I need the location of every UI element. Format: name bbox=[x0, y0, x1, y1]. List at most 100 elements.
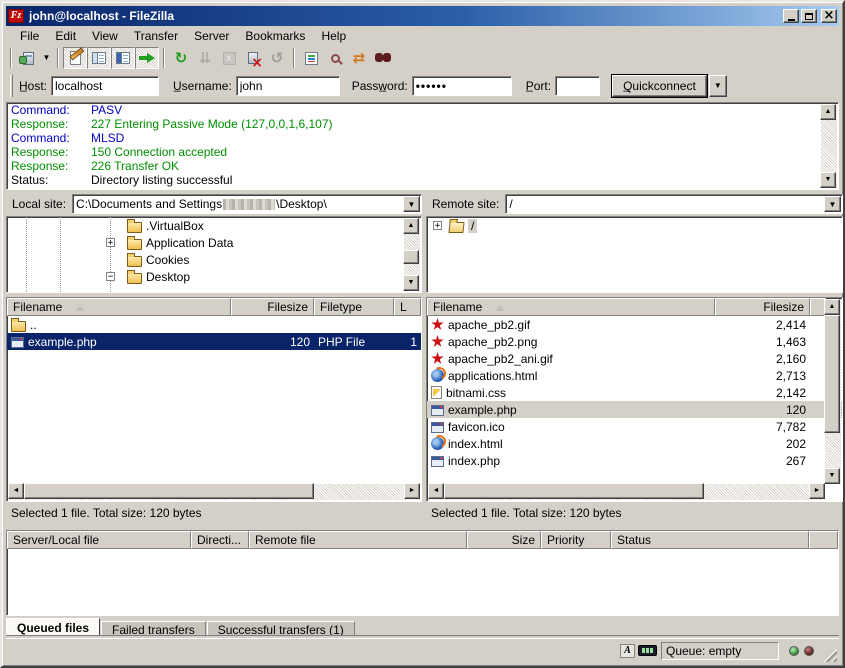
scroll-right-button[interactable]: ► bbox=[404, 483, 420, 499]
apache-feather-icon bbox=[431, 335, 444, 348]
transfer-queue[interactable]: Server/Local file Directi... Remote file… bbox=[6, 530, 839, 616]
minimize-button[interactable] bbox=[783, 9, 799, 23]
remote-site-combobox[interactable]: / ▼ bbox=[505, 194, 843, 214]
site-manager-dropdown-button[interactable]: ▼ bbox=[40, 47, 53, 69]
file-row[interactable]: bitnami.css 2,142 bbox=[427, 384, 842, 401]
tree-item-virtualbox[interactable]: .VirtualBox bbox=[7, 217, 421, 234]
remote-directory-tree[interactable]: + / bbox=[426, 216, 843, 293]
local-tree-scrollbar[interactable]: ▲ ▼ bbox=[404, 218, 420, 291]
column-header-direction[interactable]: Directi... bbox=[191, 531, 249, 549]
column-header-priority[interactable]: Priority bbox=[541, 531, 611, 549]
directory-comparison-button[interactable] bbox=[323, 47, 347, 69]
menu-transfer[interactable]: Transfer bbox=[126, 27, 186, 45]
find-files-button[interactable] bbox=[371, 47, 395, 69]
menu-file[interactable]: File bbox=[12, 27, 47, 45]
remote-list-hscrollbar[interactable]: ◄ ► bbox=[428, 484, 825, 500]
transfer-type-indicator[interactable]: A bbox=[620, 644, 635, 658]
file-row[interactable]: applications.html 2,713 bbox=[427, 367, 842, 384]
scroll-left-button[interactable]: ◄ bbox=[428, 483, 444, 499]
column-header-filesize[interactable]: Filesize bbox=[715, 298, 810, 316]
tab-successful-transfers[interactable]: Successful transfers (1) bbox=[207, 621, 355, 639]
title-bar[interactable]: Fz john@localhost - FileZilla × bbox=[6, 6, 839, 26]
scroll-up-button[interactable]: ▲ bbox=[820, 104, 836, 120]
column-header-filetype[interactable]: Filetype bbox=[314, 298, 394, 316]
scroll-left-button[interactable]: ◄ bbox=[8, 483, 24, 499]
scroll-up-button[interactable]: ▲ bbox=[403, 218, 419, 234]
column-header-remote-file[interactable]: Remote file bbox=[249, 531, 467, 549]
combobox-dropdown-button[interactable]: ▼ bbox=[824, 196, 841, 212]
menu-bookmarks[interactable]: Bookmarks bbox=[237, 27, 313, 45]
file-row[interactable]: index.html 202 bbox=[427, 435, 842, 452]
quickconnect-dropdown-button[interactable]: ▼ bbox=[709, 75, 727, 97]
local-site-combobox[interactable]: C:\Documents and Settings\Desktop\ ▼ bbox=[72, 194, 422, 214]
file-row-parent-dir[interactable]: .. bbox=[7, 316, 421, 333]
remote-file-list[interactable]: Filename Filesize apache_pb2.gif 2,414 a… bbox=[426, 297, 843, 502]
tab-queued-files[interactable]: Queued files bbox=[6, 618, 100, 639]
tree-expander[interactable]: + bbox=[106, 238, 115, 247]
column-header-size[interactable]: Size bbox=[467, 531, 541, 549]
message-log[interactable]: Command:PASV Response:227 Entering Passi… bbox=[6, 102, 839, 190]
tree-item-desktop[interactable]: − Desktop bbox=[7, 268, 421, 285]
scroll-down-button[interactable]: ▼ bbox=[820, 172, 836, 188]
site-manager-button[interactable] bbox=[16, 47, 40, 69]
menu-server[interactable]: Server bbox=[186, 27, 237, 45]
scrollbar-thumb[interactable] bbox=[403, 250, 419, 264]
column-header-status[interactable]: Status bbox=[611, 531, 809, 549]
file-row-example-php[interactable]: example.php 120 PHP File 1 bbox=[7, 333, 421, 350]
menu-edit[interactable]: Edit bbox=[47, 27, 84, 45]
column-header-last-modified[interactable]: L bbox=[394, 298, 421, 316]
tree-item-root[interactable]: + / bbox=[427, 217, 842, 234]
local-file-list[interactable]: Filename Filesize Filetype L .. example.… bbox=[6, 297, 422, 502]
local-directory-tree[interactable]: .VirtualBox + Application Data Cookies −… bbox=[6, 216, 422, 293]
scroll-right-button[interactable]: ► bbox=[809, 483, 825, 499]
file-row[interactable]: apache_pb2.gif 2,414 bbox=[427, 316, 842, 333]
tree-item-cookies[interactable]: Cookies bbox=[7, 251, 421, 268]
column-header-filename[interactable]: Filename bbox=[427, 298, 715, 316]
file-row-example-php[interactable]: example.php 120 bbox=[427, 401, 842, 418]
log-scrollbar[interactable]: ▲ ▼ bbox=[821, 104, 837, 188]
maximize-button[interactable] bbox=[801, 9, 817, 23]
tab-failed-transfers[interactable]: Failed transfers bbox=[101, 621, 206, 639]
tree-expander[interactable]: − bbox=[106, 272, 115, 281]
file-row[interactable]: index.php 267 bbox=[427, 452, 842, 469]
filter-button[interactable] bbox=[299, 47, 323, 69]
encryption-indicator-icon[interactable] bbox=[638, 645, 657, 656]
password-input[interactable] bbox=[412, 76, 512, 96]
toggle-local-tree-button[interactable] bbox=[87, 47, 111, 69]
quickconnect-button[interactable]: Q̲uickconnect bbox=[612, 75, 707, 97]
process-queue-button[interactable]: ⇊ bbox=[193, 47, 217, 69]
toggle-message-log-button[interactable] bbox=[63, 47, 87, 69]
toggle-queue-button[interactable] bbox=[135, 47, 159, 69]
refresh-button[interactable]: ↻ bbox=[169, 47, 193, 69]
scroll-up-button[interactable]: ▲ bbox=[824, 299, 840, 315]
menu-view[interactable]: View bbox=[84, 27, 126, 45]
close-button[interactable]: × bbox=[821, 9, 837, 23]
host-input[interactable] bbox=[51, 76, 159, 96]
file-row[interactable]: apache_pb2_ani.gif 2,160 bbox=[427, 350, 842, 367]
toggle-remote-tree-button[interactable] bbox=[111, 47, 135, 69]
column-header-filesize[interactable]: Filesize bbox=[231, 298, 314, 316]
tree-item-application-data[interactable]: + Application Data bbox=[7, 234, 421, 251]
column-header-filename[interactable]: Filename bbox=[7, 298, 231, 316]
synchronized-browsing-button[interactable]: ⇄ bbox=[347, 47, 371, 69]
remote-list-vscrollbar[interactable]: ▲ ▼ bbox=[825, 299, 841, 484]
scroll-down-button[interactable]: ▼ bbox=[824, 468, 840, 484]
file-row[interactable]: apache_pb2.png 1,463 bbox=[427, 333, 842, 350]
scrollbar-thumb[interactable] bbox=[824, 315, 840, 433]
combobox-dropdown-button[interactable]: ▼ bbox=[403, 196, 420, 212]
menu-help[interactable]: Help bbox=[313, 27, 354, 45]
app-icon[interactable]: Fz bbox=[8, 9, 24, 23]
scrollbar-thumb[interactable] bbox=[444, 483, 704, 499]
scroll-down-button[interactable]: ▼ bbox=[403, 275, 419, 291]
port-input[interactable] bbox=[555, 76, 600, 96]
tree-expander[interactable]: + bbox=[433, 221, 442, 230]
reconnect-button[interactable]: ↺ bbox=[265, 47, 289, 69]
column-header-server-local-file[interactable]: Server/Local file bbox=[7, 531, 191, 549]
username-input[interactable] bbox=[236, 76, 340, 96]
cancel-operation-button[interactable]: x bbox=[217, 47, 241, 69]
local-list-hscrollbar[interactable]: ◄ ► bbox=[8, 484, 420, 500]
disconnect-button[interactable] bbox=[241, 47, 265, 69]
scrollbar-thumb[interactable] bbox=[24, 483, 314, 499]
resize-grip[interactable] bbox=[822, 647, 837, 662]
file-row[interactable]: favicon.ico 7,782 bbox=[427, 418, 842, 435]
